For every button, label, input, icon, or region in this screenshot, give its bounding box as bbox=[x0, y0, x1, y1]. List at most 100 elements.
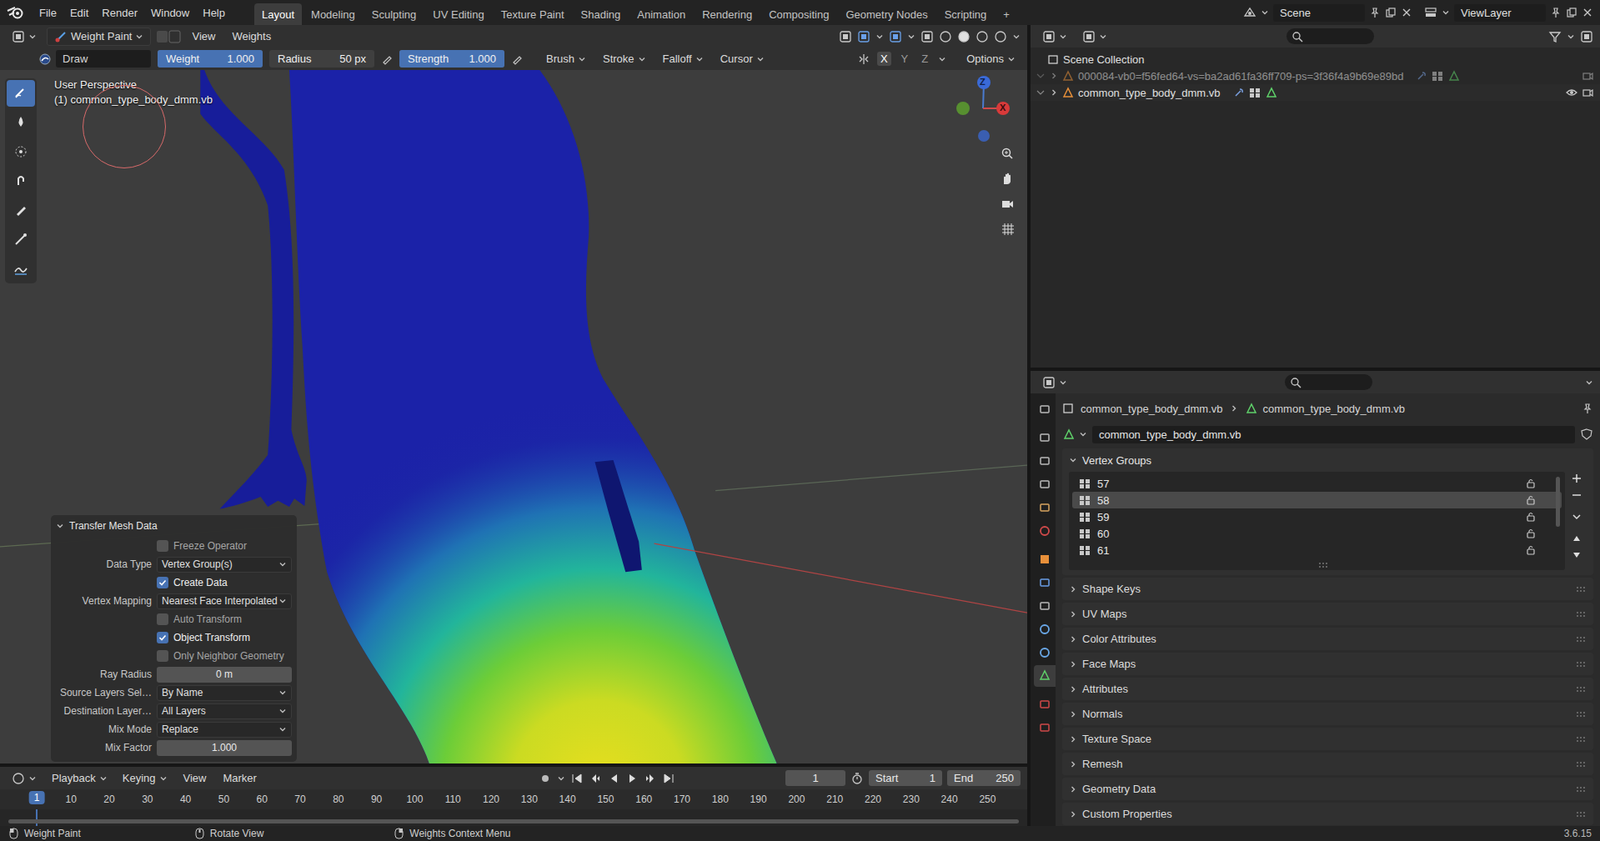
axis-toggle[interactable]: Z bbox=[917, 51, 932, 66]
chevron-down-icon[interactable] bbox=[577, 55, 587, 64]
chevron-down-icon[interactable] bbox=[278, 725, 287, 734]
collapsed-panel[interactable]: Remesh bbox=[1062, 752, 1594, 776]
display-mode-icon[interactable] bbox=[1082, 30, 1096, 44]
chevron-down-icon[interactable] bbox=[135, 32, 144, 41]
new-collection-icon[interactable] bbox=[1579, 30, 1594, 44]
slider-field[interactable]: Radius50 px bbox=[269, 50, 375, 68]
resize-grip-icon[interactable] bbox=[1317, 561, 1331, 568]
chevron-down-icon[interactable] bbox=[1012, 32, 1021, 41]
dropdown[interactable]: By Name bbox=[156, 685, 292, 702]
remove-icon[interactable] bbox=[1581, 6, 1594, 19]
nav-button[interactable] bbox=[997, 143, 1019, 166]
pressure-icon[interactable] bbox=[511, 53, 523, 66]
timeline-menu[interactable]: Playback bbox=[46, 770, 113, 787]
properties-tab[interactable] bbox=[1033, 595, 1056, 617]
chevron-down-icon[interactable] bbox=[1260, 8, 1269, 17]
current-frame-field[interactable]: 1 bbox=[785, 770, 846, 787]
timeline-menu[interactable]: Marker bbox=[216, 769, 262, 788]
tool-button[interactable] bbox=[6, 80, 36, 107]
drag-grip-icon[interactable] bbox=[1574, 610, 1587, 619]
tool-menu[interactable]: Falloff bbox=[657, 50, 709, 67]
outliner-search[interactable] bbox=[1286, 28, 1375, 45]
chevron-down-icon[interactable] bbox=[55, 521, 65, 531]
operator-panel-header[interactable]: Transfer Mesh Data bbox=[55, 515, 292, 537]
move-down-icon[interactable] bbox=[1569, 548, 1584, 562]
drag-grip-icon[interactable] bbox=[1574, 760, 1587, 769]
drag-grip-icon[interactable] bbox=[1574, 735, 1587, 744]
collapsed-panel[interactable]: Texture Space bbox=[1062, 727, 1594, 751]
properties-search[interactable] bbox=[1284, 374, 1373, 391]
drag-grip-icon[interactable] bbox=[1574, 685, 1587, 694]
collapsed-panel[interactable]: Face Maps bbox=[1062, 652, 1594, 676]
overlays-icon[interactable] bbox=[888, 30, 903, 44]
nav-button[interactable] bbox=[997, 193, 1019, 216]
chevron-right-icon[interactable] bbox=[1068, 585, 1078, 594]
chevron-down-icon[interactable] bbox=[556, 774, 566, 783]
workspace-tab[interactable]: Rendering bbox=[694, 3, 760, 26]
chevron-down-icon[interactable] bbox=[937, 55, 947, 64]
chevron-down-icon[interactable] bbox=[159, 774, 168, 783]
tool-button[interactable] bbox=[6, 225, 36, 253]
chevron-down-icon[interactable] bbox=[1007, 55, 1016, 64]
chevron-down-icon[interactable] bbox=[1584, 378, 1594, 387]
record-icon[interactable] bbox=[538, 772, 552, 786]
filter-icon[interactable] bbox=[1548, 30, 1562, 44]
chevron-down-icon[interactable] bbox=[756, 55, 765, 64]
tool-button[interactable] bbox=[6, 167, 36, 195]
3d-viewport[interactable]: User Perspective(1) common_type_body_dmm… bbox=[0, 70, 1028, 764]
drag-grip-icon[interactable] bbox=[1574, 635, 1587, 644]
chevron-right-icon[interactable] bbox=[1068, 710, 1078, 719]
drag-grip-icon[interactable] bbox=[1574, 810, 1587, 819]
chevron-down-icon[interactable] bbox=[1078, 430, 1088, 439]
chevron-down-icon[interactable] bbox=[1566, 32, 1575, 41]
chevron-right-icon[interactable] bbox=[1068, 660, 1078, 669]
chevron-down-icon[interactable] bbox=[875, 32, 884, 41]
checkbox[interactable] bbox=[156, 613, 169, 626]
nav-button[interactable] bbox=[997, 218, 1019, 241]
tool-menu[interactable]: Stroke bbox=[597, 50, 652, 67]
slider-field[interactable]: Strength1.000 bbox=[399, 50, 505, 68]
pin-icon[interactable] bbox=[1549, 6, 1562, 19]
chevron-down-icon[interactable] bbox=[28, 32, 37, 41]
remove-icon[interactable] bbox=[1569, 488, 1584, 502]
workspace-tab[interactable]: Animation bbox=[629, 3, 693, 26]
chevron-down-icon[interactable] bbox=[1058, 378, 1068, 387]
expand-toggle[interactable] bbox=[1049, 88, 1059, 97]
axis-toggle[interactable]: X bbox=[877, 51, 892, 66]
nav-button[interactable] bbox=[997, 168, 1019, 191]
chevron-down-icon[interactable] bbox=[278, 596, 287, 606]
outliner-type-icon[interactable] bbox=[1042, 30, 1056, 44]
mask-toggle-icon[interactable] bbox=[155, 29, 181, 45]
new-icon[interactable] bbox=[1565, 6, 1578, 19]
timeline-menu[interactable]: View bbox=[177, 769, 213, 788]
brush-name-field[interactable]: Draw bbox=[55, 50, 151, 68]
properties-tab[interactable] bbox=[1033, 618, 1056, 641]
properties-tab[interactable] bbox=[1033, 450, 1056, 472]
chevron-down-icon[interactable] bbox=[278, 707, 287, 716]
chevron-down-icon[interactable] bbox=[1068, 456, 1078, 465]
frame-ruler[interactable]: 1020304050607080901001101201301401501601… bbox=[0, 789, 1028, 810]
symmetry-icon[interactable] bbox=[857, 52, 871, 66]
next-keyframe-icon[interactable] bbox=[643, 772, 658, 786]
collapsed-panel[interactable]: Geometry Data bbox=[1062, 777, 1594, 801]
new-icon[interactable] bbox=[1384, 6, 1397, 19]
render-shading-icon[interactable] bbox=[993, 30, 1008, 44]
properties-tab[interactable] bbox=[1033, 717, 1056, 739]
properties-tab[interactable] bbox=[1033, 426, 1056, 449]
dropdown[interactable]: Replace bbox=[156, 722, 292, 738]
lock-icon[interactable] bbox=[1524, 494, 1537, 507]
gizmo-icon[interactable] bbox=[857, 30, 871, 44]
collapsed-panel[interactable]: Custom Properties bbox=[1062, 802, 1594, 826]
vertex-group-row[interactable]: 57 bbox=[1072, 475, 1562, 492]
outliner-row[interactable]: common_type_body_dmm.vb bbox=[1030, 84, 1600, 101]
workspace-tab[interactable]: UV Editing bbox=[425, 3, 492, 26]
tool-button[interactable] bbox=[6, 255, 36, 282]
chevron-down-icon[interactable] bbox=[278, 688, 287, 698]
menu-item[interactable]: Render bbox=[95, 4, 144, 22]
outliner-row[interactable]: Scene Collection bbox=[1030, 50, 1600, 68]
number-field[interactable]: 1.000 bbox=[156, 740, 292, 757]
prev-keyframe-icon[interactable] bbox=[588, 772, 602, 786]
editor-type-button[interactable] bbox=[6, 28, 42, 46]
chevron-right-icon[interactable] bbox=[1049, 88, 1059, 97]
collapsed-panel[interactable]: Attributes bbox=[1062, 677, 1594, 701]
